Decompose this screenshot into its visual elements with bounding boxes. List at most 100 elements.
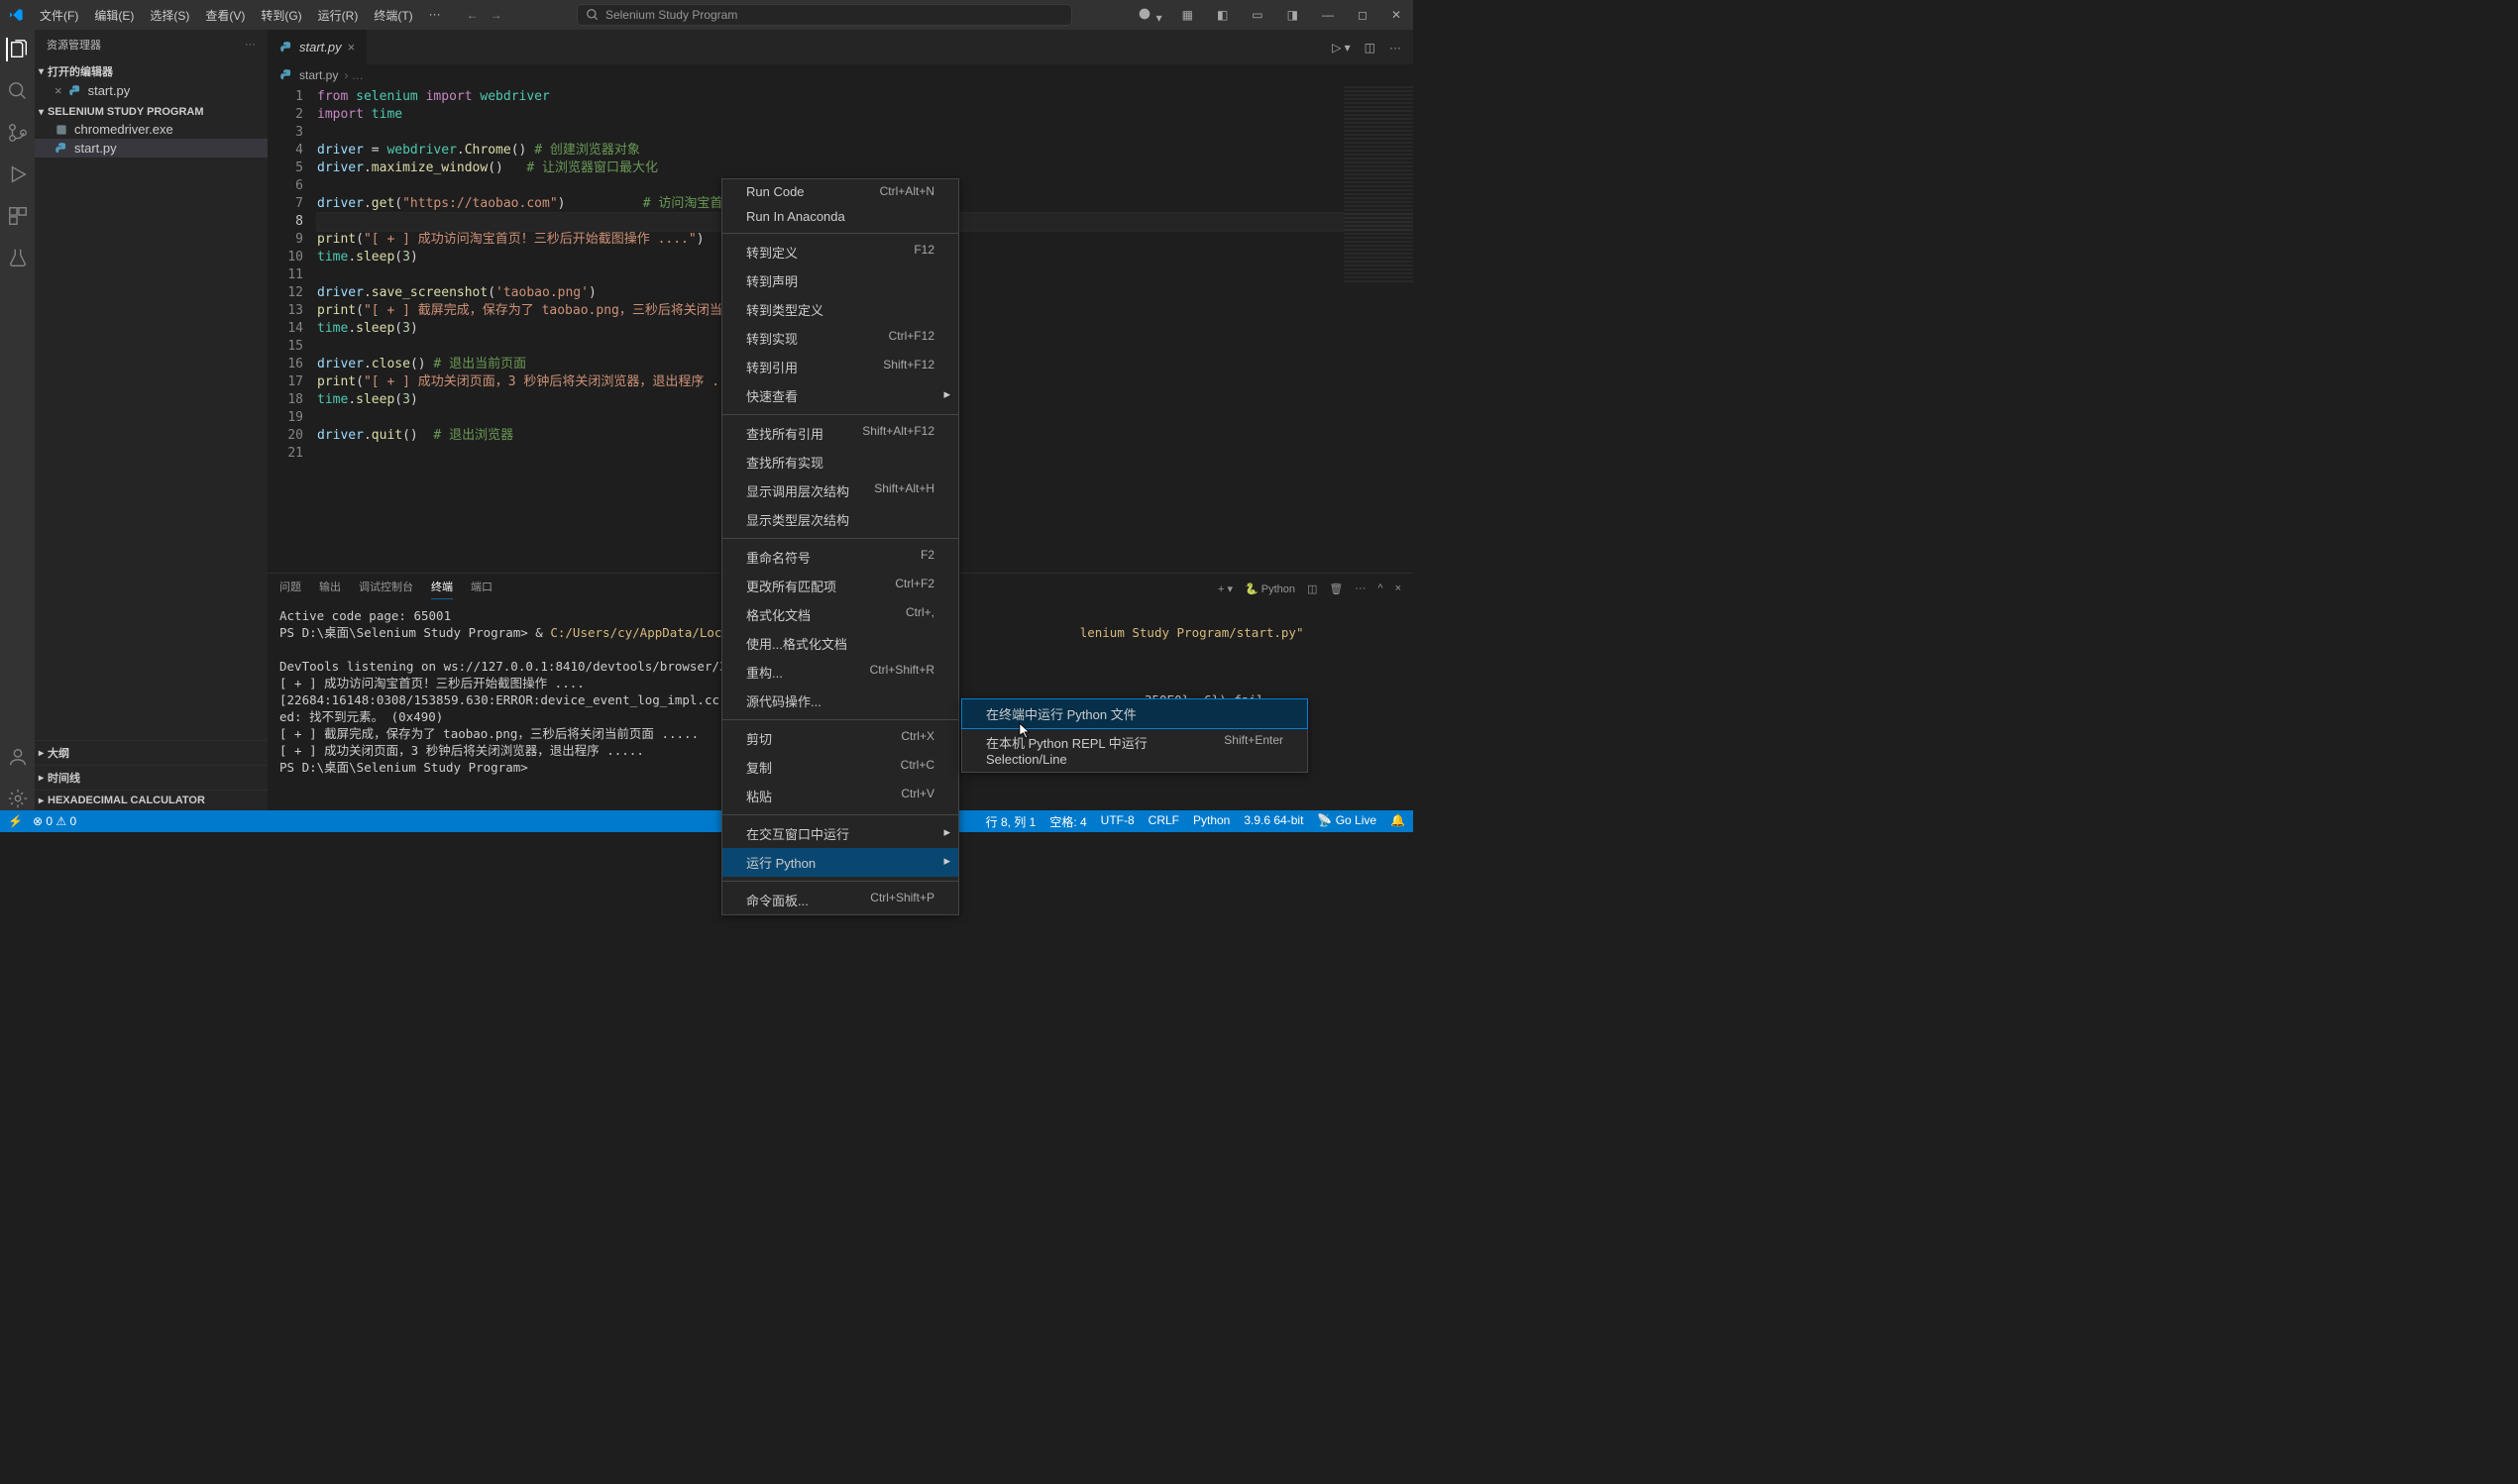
encoding[interactable]: UTF-8 [1101, 813, 1135, 830]
context-menu-item[interactable]: 显示类型层次结构 [722, 505, 958, 534]
eol[interactable]: CRLF [1149, 813, 1179, 830]
panel-left-icon[interactable]: ◧ [1213, 8, 1232, 22]
chevron-down-icon: ▾ [39, 66, 44, 77]
cursor-position[interactable]: 行 8, 列 1 [986, 813, 1037, 830]
panel-tab-terminal[interactable]: 终端 [431, 579, 453, 599]
close-tab-icon[interactable]: × [348, 40, 356, 54]
panel-more-icon[interactable]: ··· [1355, 583, 1366, 594]
chevron-right-icon: ▸ [39, 795, 44, 806]
menu-edit[interactable]: 编辑(E) [86, 3, 142, 28]
kill-terminal-icon[interactable]: 🗑 [1329, 583, 1343, 595]
timeline-header[interactable]: ▸ 时间线 [35, 768, 268, 788]
accounts-icon[interactable] [6, 745, 30, 769]
menu-overflow-icon[interactable]: ··· [421, 3, 449, 28]
hexcalc-label: HEXADECIMAL CALCULATOR [48, 795, 205, 806]
language-mode[interactable]: Python [1193, 813, 1230, 830]
editor-more-icon[interactable]: ··· [1389, 41, 1401, 54]
terminal-kind-icon[interactable]: 🐍 Python [1245, 583, 1295, 595]
extensions-icon[interactable] [6, 204, 30, 228]
open-editor-item[interactable]: × start.py [35, 81, 268, 100]
context-menu-item[interactable]: 复制Ctrl+C [722, 753, 958, 782]
settings-gear-icon[interactable] [6, 787, 30, 810]
tab-start-py[interactable]: start.py × [268, 30, 368, 64]
file-item-start[interactable]: start.py [35, 139, 268, 158]
line-numbers: 123456789101112131415161718192021 [268, 86, 317, 573]
sidebar-more-icon[interactable]: ··· [245, 39, 256, 51]
source-control-icon[interactable] [6, 121, 30, 145]
notifications-icon[interactable]: 🔔 [1390, 813, 1405, 830]
context-submenu-item[interactable]: 在本机 Python REPL 中运行 Selection/LineShift+… [962, 728, 1307, 772]
context-menu-item[interactable]: 转到类型定义 [722, 295, 958, 324]
context-menu-item[interactable]: 重命名符号F2 [722, 543, 958, 572]
nav-forward-icon[interactable]: → [491, 8, 502, 22]
panel-tab-ports[interactable]: 端口 [471, 579, 493, 598]
menu-run[interactable]: 运行(R) [310, 3, 367, 28]
breadcrumb-file: start.py [299, 68, 338, 82]
layout-grid-icon[interactable]: ▦ [1178, 8, 1197, 22]
menu-go[interactable]: 转到(G) [253, 3, 309, 28]
panel-right-icon[interactable]: ◨ [1283, 8, 1302, 22]
search-activity-icon[interactable] [6, 79, 30, 103]
split-editor-icon[interactable]: ◫ [1365, 41, 1375, 54]
panel-bottom-icon[interactable]: ▭ [1248, 8, 1266, 22]
close-editor-icon[interactable]: × [55, 83, 62, 98]
panel-tab-debug[interactable]: 调试控制台 [359, 579, 413, 598]
context-menu-item[interactable]: 粘贴Ctrl+V [722, 782, 958, 810]
context-menu-item[interactable]: 格式化文档Ctrl+, [722, 600, 958, 629]
breadcrumbs[interactable]: start.py › … [268, 64, 1413, 86]
context-menu-item[interactable]: 转到实现Ctrl+F12 [722, 324, 958, 353]
project-header[interactable]: ▾ SELENIUM STUDY PROGRAM [35, 104, 268, 120]
close-window-icon[interactable]: ✕ [1387, 8, 1405, 22]
panel-tab-output[interactable]: 输出 [319, 579, 341, 598]
sidebar: 资源管理器 ··· ▾ 打开的编辑器 × start.py ▾ SELENIUM… [35, 30, 268, 810]
context-menu-item[interactable]: 转到引用Shift+F12 [722, 353, 958, 381]
open-editors-header[interactable]: ▾ 打开的编辑器 [35, 61, 268, 81]
copilot-icon[interactable]: ▾ [1137, 6, 1161, 25]
context-submenu-item[interactable]: 在终端中运行 Python 文件 [962, 699, 1307, 728]
minimize-icon[interactable]: — [1318, 8, 1338, 22]
remote-indicator-icon[interactable]: ⚡ [8, 814, 23, 828]
run-file-icon[interactable]: ▷ ▾ [1332, 41, 1351, 54]
context-menu-item[interactable]: 查找所有实现 [722, 448, 958, 477]
explorer-icon[interactable] [6, 38, 30, 61]
maximize-panel-icon[interactable]: ^ [1377, 583, 1382, 594]
hexcalc-header[interactable]: ▸ HEXADECIMAL CALCULATOR [35, 793, 268, 808]
context-menu-item[interactable]: 转到定义F12 [722, 238, 958, 266]
context-menu-item[interactable]: 剪切Ctrl+X [722, 724, 958, 753]
context-menu-item[interactable]: 使用...格式化文档 [722, 629, 958, 658]
context-menu-item[interactable]: Run CodeCtrl+Alt+N [722, 179, 958, 204]
context-menu-item[interactable]: 更改所有匹配项Ctrl+F2 [722, 572, 958, 600]
maximize-icon[interactable]: ◻ [1354, 8, 1371, 22]
context-menu-item[interactable]: 命令面板...Ctrl+Shift+P [722, 886, 958, 914]
indentation[interactable]: 空格: 4 [1049, 813, 1086, 830]
outline-header[interactable]: ▸ 大纲 [35, 743, 268, 763]
close-panel-icon[interactable]: × [1395, 583, 1401, 594]
context-menu-item[interactable]: 在交互窗口中运行▸ [722, 819, 958, 848]
python-version[interactable]: 3.9.6 64-bit [1244, 813, 1303, 830]
testing-icon[interactable] [6, 246, 30, 269]
minimap[interactable] [1344, 86, 1413, 284]
vscode-logo-icon [8, 7, 24, 23]
file-item-chromedriver[interactable]: chromedriver.exe [35, 120, 268, 139]
menu-select[interactable]: 选择(S) [142, 3, 197, 28]
menu-file[interactable]: 文件(F) [32, 3, 86, 28]
nav-back-icon[interactable]: ← [467, 8, 479, 22]
errors-warnings[interactable]: ⊗ 0 ⚠ 0 [33, 814, 76, 828]
run-debug-icon[interactable] [6, 162, 30, 186]
context-menu-item[interactable]: 源代码操作... [722, 687, 958, 715]
context-menu-item[interactable]: Run In Anaconda [722, 204, 958, 229]
context-menu-item[interactable]: 快速查看▸ [722, 381, 958, 410]
command-center[interactable]: Selenium Study Program [577, 4, 1072, 26]
split-terminal-icon[interactable]: ◫ [1307, 583, 1317, 595]
menu-terminal[interactable]: 终端(T) [366, 3, 420, 28]
editor-tabs: start.py × ▷ ▾ ◫ ··· [268, 30, 1413, 64]
go-live[interactable]: 📡 Go Live [1317, 813, 1376, 830]
menu-view[interactable]: 查看(V) [197, 3, 253, 28]
context-menu-item[interactable]: 查找所有引用Shift+Alt+F12 [722, 419, 958, 448]
context-menu-item[interactable]: 运行 Python▸ [722, 848, 958, 877]
panel-tab-problems[interactable]: 问题 [279, 579, 301, 598]
context-menu-item[interactable]: 显示调用层次结构Shift+Alt+H [722, 477, 958, 505]
new-terminal-icon[interactable]: + ▾ [1218, 583, 1233, 595]
context-menu-item[interactable]: 转到声明 [722, 266, 958, 295]
context-menu-item[interactable]: 重构...Ctrl+Shift+R [722, 658, 958, 687]
